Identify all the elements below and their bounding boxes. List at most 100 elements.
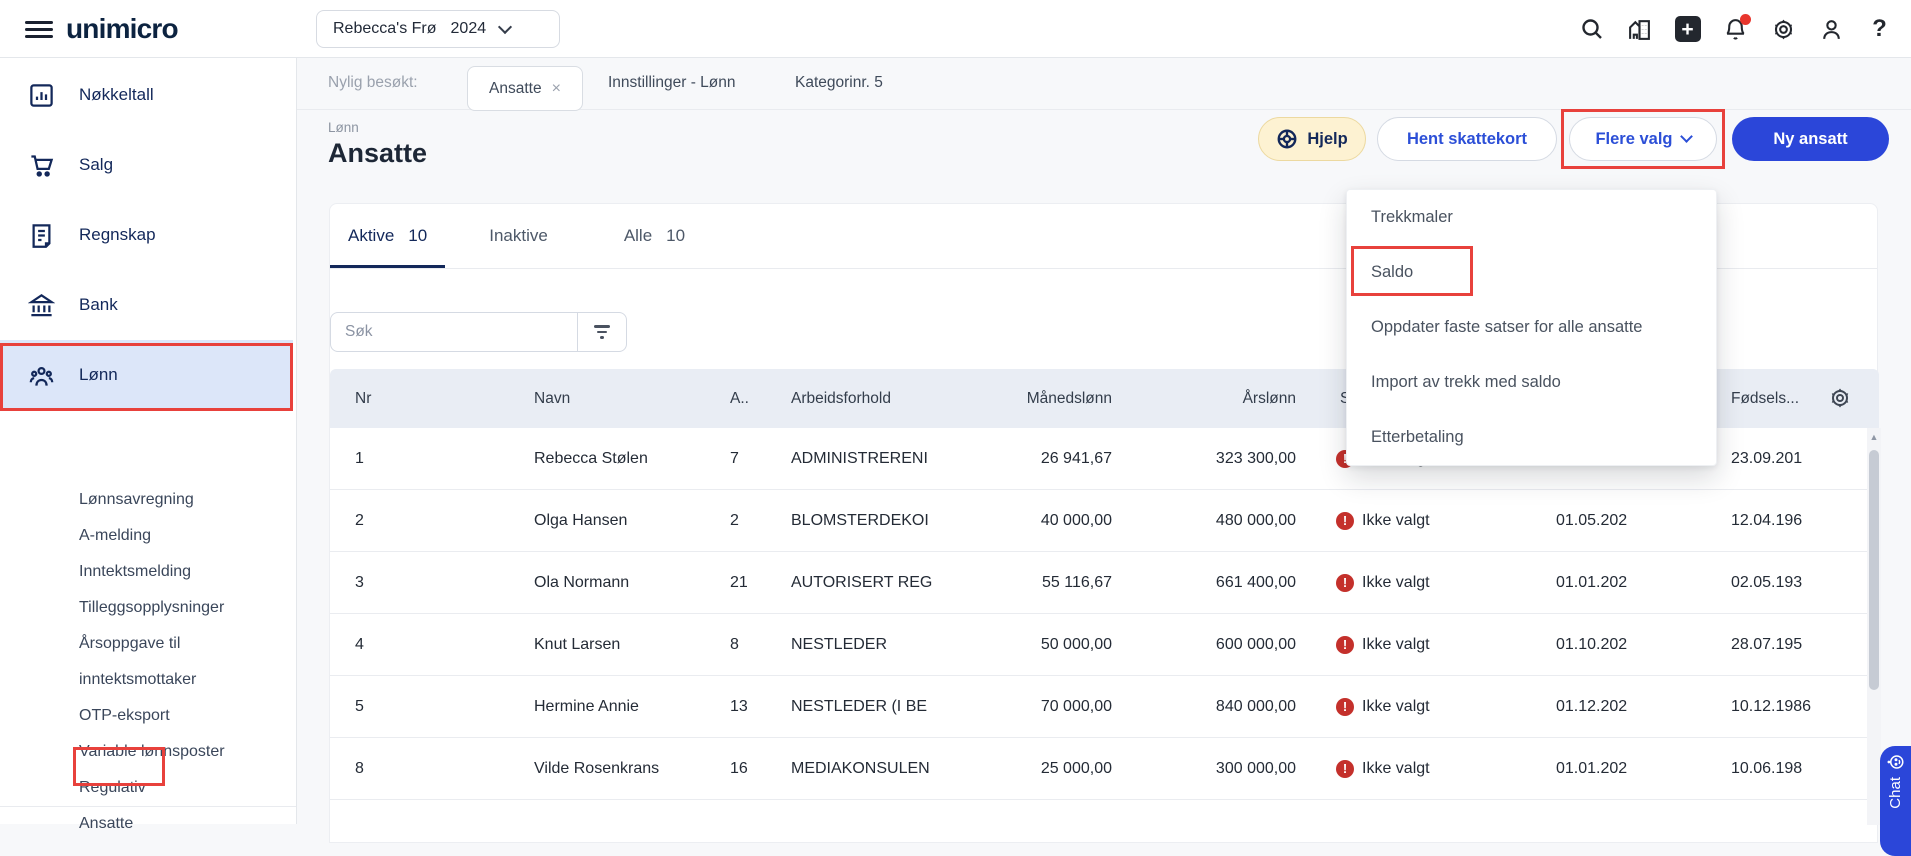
cell-fodselsdato: 12.04.196 xyxy=(1731,512,1849,530)
flere-valg-dropdown: Trekkmaler Saldo Oppdater faste satser f… xyxy=(1346,189,1717,466)
cell-ansattnr: 8 xyxy=(730,636,739,654)
col-nr[interactable]: Nr xyxy=(355,390,371,408)
vertical-scrollbar[interactable]: ▲ xyxy=(1867,428,1881,825)
company-selector[interactable]: Rebecca's Frø 2024 xyxy=(316,10,560,48)
dropdown-menu-item[interactable]: Etterbetaling xyxy=(1347,410,1716,465)
submenu-item[interactable]: Tilleggsopplysninger xyxy=(79,590,279,626)
cell-fodselsdato: 28.07.195 xyxy=(1731,636,1849,654)
search-input[interactable] xyxy=(331,313,577,351)
table-row[interactable]: 3 Ola Normann 21 AUTORISERT REG 55 116,6… xyxy=(330,552,1879,614)
col-arslonn[interactable]: Årslønn xyxy=(1120,390,1296,408)
ny-ansatt-label: Ny ansatt xyxy=(1773,130,1847,149)
sidebar-item-salg[interactable]: Salg xyxy=(0,130,296,200)
warning-icon: ! xyxy=(1336,760,1354,778)
help-question-icon[interactable]: ? xyxy=(1866,16,1893,43)
hent-skattekort-label: Hent skattekort xyxy=(1407,130,1527,149)
page-title: Ansatte xyxy=(328,138,427,169)
tab-count: 10 xyxy=(666,226,685,246)
cell-navn: Olga Hansen xyxy=(534,512,627,530)
status-text: Ikke valgt xyxy=(1362,574,1430,592)
table-row[interactable]: 5 Hermine Annie 13 NESTLEDER (I BE 70 00… xyxy=(330,676,1879,738)
cell-manedslonn: 25 000,00 xyxy=(930,760,1112,778)
table-row[interactable]: 2 Olga Hansen 2 BLOMSTERDEKOI 40 000,00 … xyxy=(330,490,1879,552)
col-manedslonn[interactable]: Månedslønn xyxy=(930,390,1112,408)
submenu-item[interactable]: Årsoppgave til inntektsmottaker xyxy=(79,626,279,698)
sidebar-item-label: Regnskap xyxy=(79,225,156,245)
hent-skattekort-button[interactable]: Hent skattekort xyxy=(1377,117,1557,161)
topbar: unimicro Rebecca's Frø 2024 + ? xyxy=(0,0,1911,58)
table-body: 1 Rebecca Stølen 7 ADMINISTRERENI 26 941… xyxy=(330,428,1879,800)
notifications-bell-icon[interactable] xyxy=(1722,16,1749,43)
cell-skattekort-status: ! Ikke valgt xyxy=(1336,512,1430,530)
tab-aktive[interactable]: Aktive 10 xyxy=(330,204,445,268)
settings-gear-icon[interactable] xyxy=(1770,16,1797,43)
cell-ansattnr: 13 xyxy=(730,698,748,716)
cell-fodselsdato: 10.12.1986 xyxy=(1731,698,1849,716)
tab-label: Alle xyxy=(624,226,652,246)
cell-arslonn: 600 000,00 xyxy=(1120,636,1296,654)
flere-valg-button[interactable]: Flere valg xyxy=(1569,117,1717,161)
profile-icon[interactable] xyxy=(1818,16,1845,43)
col-ansattnr[interactable]: A.. xyxy=(730,390,749,408)
warning-icon: ! xyxy=(1336,698,1354,716)
sidebar-item-lonn[interactable]: Lønn xyxy=(0,340,293,410)
cell-navn: Vilde Rosenkrans xyxy=(534,760,659,778)
warning-icon: ! xyxy=(1336,574,1354,592)
cell-manedslonn: 26 941,67 xyxy=(930,450,1112,468)
recent-tab-kategorinr[interactable]: Kategorinr. 5 xyxy=(795,74,883,92)
cell-fodselsdato: 10.06.198 xyxy=(1731,760,1849,778)
recent-tab-innstillinger[interactable]: Innstillinger - Lønn xyxy=(608,74,736,92)
cell-ansattnr: 7 xyxy=(730,450,739,468)
sidebar-item-regnskap[interactable]: Regnskap xyxy=(0,200,296,270)
dropdown-menu-item[interactable]: Oppdater faste satser for alle ansatte xyxy=(1347,300,1716,355)
dropdown-menu-item[interactable]: Trekkmaler xyxy=(1347,190,1716,245)
submenu-item[interactable]: Ansatte xyxy=(79,806,279,842)
cell-manedslonn: 70 000,00 xyxy=(930,698,1112,716)
sidebar-item-label: Lønn xyxy=(79,365,118,385)
search-icon[interactable] xyxy=(1578,16,1605,43)
hamburger-menu-icon[interactable] xyxy=(25,21,53,38)
cell-navn: Knut Larsen xyxy=(534,636,620,654)
chat-tab[interactable]: Chat xyxy=(1880,746,1911,856)
status-text: Ikke valgt xyxy=(1362,760,1430,778)
tab-count: 10 xyxy=(408,226,427,246)
warning-icon: ! xyxy=(1336,636,1354,654)
dropdown-menu-item[interactable]: Saldo xyxy=(1347,245,1716,300)
table-row[interactable]: 4 Knut Larsen 8 NESTLEDER 50 000,00 600 … xyxy=(330,614,1879,676)
tab-inaktive[interactable]: Inaktive xyxy=(471,204,580,268)
status-text: Ikke valgt xyxy=(1362,698,1430,716)
col-navn[interactable]: Navn xyxy=(534,390,570,408)
sales-cart-icon xyxy=(27,151,55,179)
sidebar-item-label: Nøkkeltall xyxy=(79,85,154,105)
sidebar-item-nokkeltall[interactable]: Nøkkeltall xyxy=(0,60,296,130)
dropdown-menu-item[interactable]: Import av trekk med saldo xyxy=(1347,355,1716,410)
tab-alle[interactable]: Alle 10 xyxy=(606,204,703,268)
submenu-item[interactable]: OTP-eksport xyxy=(79,698,279,734)
cell-nr: 5 xyxy=(355,698,364,716)
cell-skattekort-status: ! Ikke valgt xyxy=(1336,760,1430,778)
sidebar-item-bank[interactable]: Bank xyxy=(0,270,296,340)
help-button[interactable]: Hjelp xyxy=(1258,117,1366,161)
bank-icon xyxy=(27,291,55,319)
create-new-icon[interactable]: + xyxy=(1674,16,1701,43)
submenu-item[interactable]: Regulativ xyxy=(79,770,279,806)
submenu-item[interactable]: A-melding xyxy=(79,518,279,554)
submenu-item[interactable]: Inntektsmelding xyxy=(79,554,279,590)
scroll-up-arrow[interactable]: ▲ xyxy=(1867,432,1881,442)
filter-icon[interactable] xyxy=(577,313,626,351)
close-icon[interactable]: × xyxy=(552,80,561,98)
company-year: 2024 xyxy=(451,20,487,38)
ny-ansatt-button[interactable]: Ny ansatt xyxy=(1732,117,1889,161)
key-figures-chart-icon xyxy=(27,81,55,109)
submenu-item[interactable]: Variable lønnsposter xyxy=(79,734,279,770)
status-text: Ikke valgt xyxy=(1362,512,1430,530)
cell-arslonn: 300 000,00 xyxy=(1120,760,1296,778)
column-settings-gear-icon[interactable] xyxy=(1828,386,1852,410)
company-buildings-icon[interactable] xyxy=(1626,16,1653,43)
status-text: Ikke valgt xyxy=(1362,636,1430,654)
recent-tab-ansatte[interactable]: Ansatte × xyxy=(467,66,583,111)
cell-fodselsdato: 02.05.193 xyxy=(1731,574,1849,592)
scrollbar-thumb[interactable] xyxy=(1869,450,1879,690)
table-row[interactable]: 8 Vilde Rosenkrans 16 MEDIAKONSULEN 25 0… xyxy=(330,738,1879,800)
submenu-item[interactable]: Lønnsavregning xyxy=(79,482,279,518)
